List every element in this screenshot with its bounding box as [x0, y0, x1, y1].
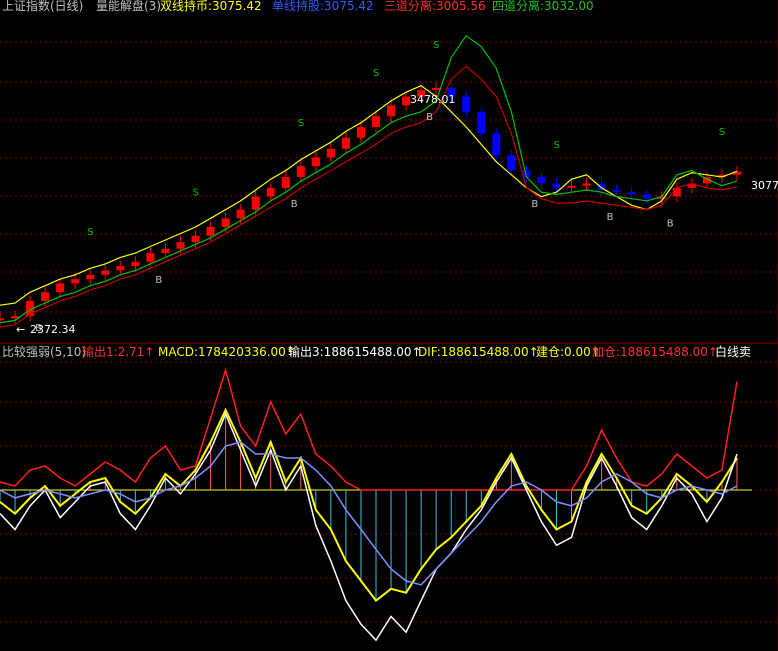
bottom-legend-item: 加仓:188615488.00↑	[592, 345, 718, 359]
bottom-legend-item: MACD:178420336.00↑	[158, 345, 296, 359]
candle-down	[477, 111, 486, 134]
candle-down	[552, 183, 561, 188]
top-legend-item: 三道分离:3005.56	[384, 0, 486, 13]
candle-up	[101, 270, 110, 275]
candle-up	[341, 137, 350, 149]
candle-up	[221, 218, 230, 227]
candle-down	[612, 190, 621, 193]
chart-background	[0, 0, 778, 651]
high-price-label: 3478.01	[410, 93, 456, 106]
candle-up	[146, 253, 155, 262]
candle-down	[492, 133, 501, 156]
buy-marker: B	[155, 275, 162, 286]
buy-marker: B	[607, 212, 614, 223]
candle-down	[627, 192, 636, 195]
candle-up	[582, 183, 591, 186]
sell-marker: S	[719, 127, 725, 138]
buy-marker: B	[531, 199, 538, 210]
sell-marker: S	[87, 227, 93, 238]
bottom-legend-item: DIF:188615488.00↑	[418, 345, 539, 359]
candle-down	[642, 194, 651, 199]
last-price-label: 3077	[751, 179, 778, 192]
index-name: 上证指数(日线)	[2, 0, 83, 13]
candle-up	[402, 96, 411, 106]
indicator-name: 量能解盘(3)	[96, 0, 161, 13]
candle-up	[326, 148, 335, 158]
candle-up	[387, 105, 396, 117]
sell-marker: S	[298, 118, 304, 129]
candle-up	[131, 261, 140, 267]
candle-down	[537, 177, 546, 184]
candle-up	[0, 318, 4, 321]
candle-up	[266, 187, 275, 197]
candle-up	[311, 157, 320, 167]
bottom-legend-item: 输出1:2.71↑	[82, 344, 154, 359]
candle-down	[507, 155, 516, 171]
candle-up	[236, 209, 245, 219]
buy-marker: B	[426, 112, 433, 123]
chart-canvas: 上证指数(日线) 量能解盘(3) 双线持币:3075.42 单线持股:3075.4…	[0, 0, 778, 651]
indicator-panel-name: 比较强弱(5,10)	[2, 344, 86, 359]
candle-up	[41, 292, 50, 301]
candle-up	[71, 279, 80, 284]
candle-up	[672, 187, 681, 197]
candle-up	[86, 274, 95, 280]
candle-up	[206, 226, 215, 236]
candle-down	[462, 96, 471, 112]
candle-up	[176, 242, 185, 249]
bottom-header: 比较强弱(5,10) 输出1:2.71↑ MACD:178420336.00↑输出…	[2, 344, 751, 359]
candle-up	[251, 196, 260, 210]
sell-marker: S	[373, 68, 379, 79]
top-legend-item: 四道分离:3032.00	[492, 0, 594, 13]
low-price-arrow: ←	[16, 323, 25, 336]
candle-up	[296, 166, 305, 177]
bottom-tail-label: 白线卖	[715, 344, 751, 359]
candle-up	[191, 235, 200, 243]
candle-up	[372, 116, 380, 128]
candle-up	[356, 127, 365, 138]
sell-marker: S	[553, 140, 559, 151]
top-legend-item: 单线持股:3075.42	[272, 0, 374, 13]
top-legend-item: 双线持币:3075.42	[160, 0, 262, 13]
candle-up	[161, 248, 170, 254]
buy-marker: B	[291, 199, 298, 210]
candle-up	[432, 87, 441, 91]
candle-up	[56, 283, 65, 293]
buy-marker: B	[667, 219, 674, 230]
sell-marker: S	[193, 188, 199, 199]
candle-up	[281, 177, 290, 188]
candle-up	[116, 266, 125, 271]
candle-up	[567, 185, 576, 188]
sell-marker: S	[433, 40, 439, 51]
bottom-legend-item: 输出3:188615488.00↑	[288, 344, 422, 359]
low-price-label: 2372.34	[30, 323, 76, 336]
